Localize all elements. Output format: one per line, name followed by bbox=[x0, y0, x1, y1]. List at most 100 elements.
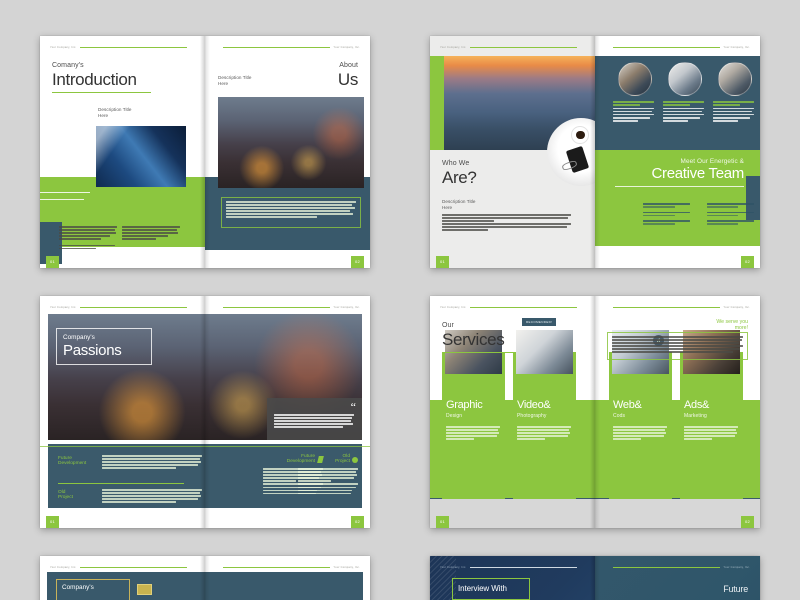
block-future-development[interactable]: Future Development bbox=[58, 456, 86, 466]
spread-services[interactable]: Your Company, Inc. Our Services Graphic … bbox=[430, 296, 760, 528]
spread-introduction[interactable]: Your Company, Inc. Comany's Introduction… bbox=[40, 36, 370, 268]
block-label-line2: Project bbox=[335, 459, 350, 465]
team-card[interactable] bbox=[713, 62, 754, 123]
page-number-badge: 01 bbox=[436, 256, 449, 268]
running-head-text: Your Company, Inc. bbox=[440, 305, 467, 310]
service-card-ads-marketing[interactable]: Ads& Marketing bbox=[680, 330, 743, 499]
running-head-text: Your Company, Inc. bbox=[50, 45, 77, 50]
service-card-copy bbox=[613, 426, 667, 441]
description-title: Description Title Here bbox=[442, 199, 522, 211]
service-card-text: Graphic Design bbox=[446, 400, 483, 420]
running-head-left: Your Company, Inc. bbox=[440, 44, 577, 51]
running-head-right: Your Company, Inc. bbox=[223, 44, 360, 51]
running-head-rule bbox=[80, 307, 187, 308]
gear-icon bbox=[352, 457, 358, 463]
page-company-partial-right[interactable]: Your Company, Inc. bbox=[205, 556, 370, 600]
spread-passions[interactable]: Your Company, Inc. Company's Passions Fu… bbox=[40, 296, 370, 528]
page-title: Future bbox=[723, 584, 748, 594]
team-card-heading bbox=[713, 101, 754, 106]
devices-photo bbox=[718, 62, 752, 96]
service-card-graphic-design[interactable]: Graphic Design bbox=[442, 330, 505, 499]
page-number-badge: 01 bbox=[46, 256, 59, 268]
service-card-sub: Cods bbox=[613, 413, 626, 419]
team-entry bbox=[706, 203, 759, 208]
page-title: Creative Team bbox=[651, 165, 744, 182]
block-old-project[interactable]: Old Project bbox=[58, 490, 73, 500]
service-card-head: Ads& bbox=[684, 399, 710, 411]
page-who-we-are[interactable]: Your Company, Inc. Who We Are? Descripti… bbox=[430, 36, 595, 268]
running-head-left: Your Company, Inc. bbox=[50, 564, 187, 571]
page-future[interactable]: Your Company, Inc. Future bbox=[595, 556, 760, 600]
running-head-rule bbox=[223, 567, 330, 568]
running-head-left: Your Company, Inc. bbox=[440, 564, 577, 571]
quote-box: “ bbox=[267, 398, 362, 440]
description-title: Description Title Here bbox=[218, 75, 288, 87]
page-title: Introduction bbox=[52, 69, 137, 89]
kicker: About bbox=[339, 62, 358, 69]
callout-box bbox=[221, 197, 361, 228]
page-title: Interview With bbox=[458, 584, 507, 593]
team-entry bbox=[643, 203, 695, 208]
running-head-right: Your Company, Inc. bbox=[613, 564, 750, 571]
service-card-text: Video& Photography bbox=[517, 400, 551, 420]
spread-company-partial[interactable]: Your Company, Inc. Company's Your Compan… bbox=[40, 556, 370, 600]
kicker: Company's bbox=[62, 584, 94, 591]
page-title: Passions bbox=[63, 342, 122, 359]
page-about-us[interactable]: Your Company, Inc. About Us Description … bbox=[205, 36, 370, 268]
page-creative-team[interactable]: Your Company, Inc. Meet Our Energetic & … bbox=[595, 36, 760, 268]
page-company-partial-left[interactable]: Your Company, Inc. Company's bbox=[40, 556, 205, 600]
gold-accent-block bbox=[137, 584, 152, 595]
body-copy bbox=[226, 201, 356, 219]
service-card-text: Ads& Marketing bbox=[684, 399, 710, 420]
block-old-project[interactable]: Old Project bbox=[298, 454, 350, 464]
team-entry bbox=[706, 220, 759, 226]
title-group: Meet Our Energetic & Creative Team bbox=[615, 158, 744, 187]
kicker: Our bbox=[442, 322, 454, 329]
title-frame: Company's Passions bbox=[56, 328, 152, 365]
page-passions-left[interactable]: Your Company, Inc. Company's Passions Fu… bbox=[40, 296, 205, 528]
running-head-text: Your Company, Inc. bbox=[50, 305, 77, 310]
service-card-web-cods[interactable]: ♫ Web& Cods bbox=[609, 330, 672, 499]
page-interview[interactable]: Your Company, Inc. Interview With bbox=[430, 556, 595, 600]
page-services-right[interactable]: Your Company, Inc. We serve you more! ♫ … bbox=[595, 296, 760, 528]
promo-line2: more! bbox=[734, 324, 748, 331]
running-head-right: Your Company, Inc. bbox=[613, 304, 750, 311]
page-passions-right[interactable]: Your Company, Inc. “ Future Development … bbox=[205, 296, 370, 528]
team-list-column bbox=[643, 203, 695, 227]
service-card-sub: Marketing bbox=[684, 413, 707, 419]
running-head-rule bbox=[223, 47, 330, 48]
block-copy bbox=[298, 468, 358, 496]
block-label-line2: Project bbox=[58, 495, 73, 501]
block-label-line2: Development bbox=[58, 461, 87, 467]
spread-who-we-are[interactable]: Your Company, Inc. Who We Are? Descripti… bbox=[430, 36, 760, 268]
team-card[interactable] bbox=[663, 62, 704, 123]
page-services-left[interactable]: Your Company, Inc. Our Services Graphic … bbox=[430, 296, 595, 528]
gold-title-frame: Company's bbox=[56, 579, 130, 600]
service-card-video-photography[interactable]: RECOMENDED! Video& Photography bbox=[513, 318, 576, 499]
service-card-head: Web& bbox=[613, 399, 642, 411]
service-card-copy bbox=[517, 426, 571, 441]
page-title: Us bbox=[337, 69, 358, 89]
description-title: Description Title Here bbox=[98, 107, 172, 119]
interview-title-frame: Interview With bbox=[452, 578, 530, 600]
kicker: Who We bbox=[442, 160, 470, 167]
body-copy-col2 bbox=[122, 226, 180, 241]
team-card[interactable] bbox=[613, 62, 654, 123]
kicker: Comany's bbox=[52, 62, 84, 69]
team-entry bbox=[643, 220, 695, 226]
title-underline bbox=[52, 91, 151, 94]
team-card-copy bbox=[613, 107, 654, 122]
team-card-heading bbox=[613, 101, 654, 106]
running-head-text: Your Company, Inc. bbox=[723, 565, 750, 570]
page-introduction-left[interactable]: Your Company, Inc. Comany's Introduction… bbox=[40, 36, 205, 268]
laptop-desk-photo bbox=[618, 62, 652, 96]
service-card-text: Web& Cods bbox=[613, 399, 642, 420]
page-number-badge: 02 bbox=[351, 256, 364, 268]
title-underline bbox=[442, 351, 516, 354]
promo-heading: We serve you more! bbox=[716, 319, 748, 331]
spread-interview-partial[interactable]: Your Company, Inc. Interview With Your C… bbox=[430, 556, 760, 600]
decor-line-1 bbox=[40, 192, 90, 193]
running-head-text: Your Company, Inc. bbox=[440, 565, 467, 570]
team-card-copy bbox=[663, 107, 704, 122]
running-head-text: Your Company, Inc. bbox=[333, 565, 360, 570]
